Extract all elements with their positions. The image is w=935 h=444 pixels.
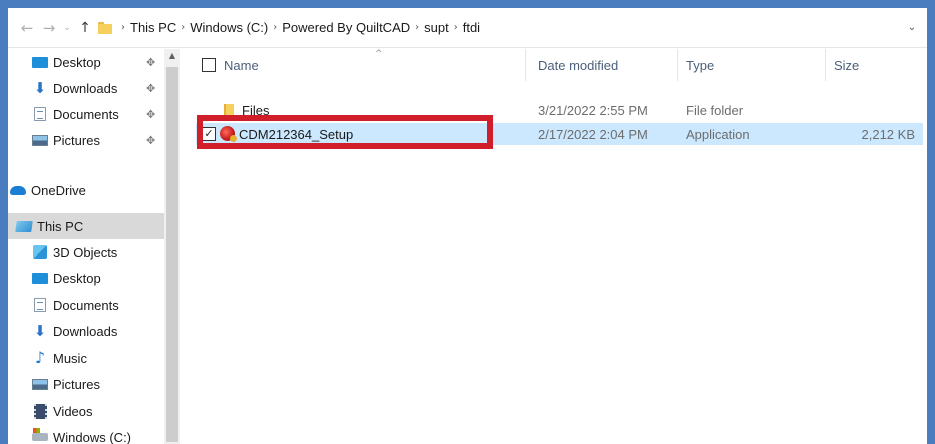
nav-item-label: OneDrive: [31, 182, 86, 198]
drive-icon: [32, 428, 48, 444]
file-type: Application: [686, 126, 750, 142]
nav-item-pictures[interactable]: Pictures: [8, 371, 164, 397]
nav-scrollbar[interactable]: ▲: [164, 49, 180, 444]
scroll-up-icon[interactable]: ▲: [164, 51, 180, 60]
column-date-label: Date modified: [538, 57, 619, 73]
nav-item-label: 3D Objects: [53, 244, 118, 260]
document-icon: [32, 298, 48, 312]
folder-icon: [98, 21, 112, 34]
download-icon: ⬇: [33, 78, 47, 97]
row-checkbox[interactable]: ✓: [202, 127, 216, 141]
videos-icon: [32, 403, 48, 419]
column-header: ^ Name Date modified Type Size: [180, 49, 927, 81]
scrollbar-thumb[interactable]: [166, 67, 178, 442]
pin-icon: ✥: [146, 55, 156, 69]
address-row: ← → ⌄ ↑ › This PC › Windows (C:) › Power…: [8, 8, 927, 48]
nav-item-label: Pictures: [53, 376, 100, 392]
onedrive-icon: [10, 183, 26, 197]
nav-item-label: This PC: [37, 218, 84, 234]
pin-icon: ✥: [146, 107, 156, 121]
nav-item-label: Downloads: [53, 323, 118, 339]
file-type: File folder: [686, 102, 744, 118]
document-icon: [32, 107, 48, 121]
nav-item-label: Music: [53, 350, 87, 366]
breadcrumb-ftdi[interactable]: ftdi: [463, 20, 480, 35]
breadcrumb-separator-icon[interactable]: ›: [181, 22, 185, 33]
address-bar[interactable]: › This PC › Windows (C:) › Powered By Qu…: [98, 15, 927, 41]
folder-icon: [224, 104, 234, 116]
column-size[interactable]: Size: [834, 49, 924, 81]
nav-item-quick-downloads[interactable]: ⬇ Downloads ✥: [8, 75, 164, 101]
this-pc-icon: [15, 219, 33, 233]
recent-locations-chevron-icon[interactable]: ⌄: [60, 17, 74, 39]
back-arrow-icon[interactable]: ←: [16, 17, 38, 39]
nav-item-onedrive[interactable]: OneDrive: [8, 177, 164, 203]
nav-item-label: Desktop: [53, 270, 101, 286]
file-explorer-window: ← → ⌄ ↑ › This PC › Windows (C:) › Power…: [8, 8, 927, 444]
nav-item-quick-documents[interactable]: Documents ✥: [8, 101, 164, 127]
breadcrumb-supt[interactable]: supt: [424, 20, 449, 35]
forward-arrow-icon[interactable]: →: [38, 17, 60, 39]
file-name: CDM212364_Setup: [239, 126, 354, 142]
nav-item-quick-pictures[interactable]: Pictures ✥: [8, 127, 164, 153]
music-icon: ♪: [34, 348, 46, 367]
nav-item-3d-objects[interactable]: 3D Objects: [8, 239, 164, 265]
breadcrumb-powered-by-quiltcad[interactable]: Powered By QuiltCAD: [282, 20, 410, 35]
file-date: 2/17/2022 2:04 PM: [538, 126, 648, 142]
nav-item-label: Documents: [53, 297, 119, 313]
pin-icon: ✥: [146, 133, 156, 147]
nav-item-desktop[interactable]: Desktop: [8, 265, 164, 291]
nav-item-quick-desktop[interactable]: Desktop ✥: [8, 49, 164, 75]
breadcrumb-windows-c[interactable]: Windows (C:): [190, 20, 268, 35]
nav-item-label: Documents: [53, 106, 119, 122]
desktop-icon: [32, 271, 48, 285]
file-list: ^ Name Date modified Type Size Files 3/2…: [180, 49, 927, 444]
column-size-label: Size: [834, 57, 860, 73]
picture-icon: [32, 377, 48, 391]
address-dropdown-chevron-icon[interactable]: ⌄: [897, 22, 927, 33]
column-date-modified[interactable]: Date modified: [538, 49, 678, 81]
nav-item-this-pc[interactable]: This PC: [8, 213, 164, 239]
pin-icon: ✥: [146, 81, 156, 95]
breadcrumb-separator-icon[interactable]: ›: [273, 22, 277, 33]
application-icon: [220, 126, 237, 142]
3d-objects-icon: [32, 245, 48, 259]
file-name: Files: [242, 102, 270, 118]
breadcrumb-separator-icon[interactable]: ›: [121, 22, 125, 33]
up-arrow-icon[interactable]: ↑: [74, 17, 96, 39]
file-row-cdm212364-setup[interactable]: ✓ CDM212364_Setup 2/17/2022 2:04 PM Appl…: [196, 123, 923, 145]
nav-item-windows-c[interactable]: Windows (C:): [8, 424, 164, 444]
nav-item-label: Downloads: [53, 80, 118, 96]
breadcrumb-separator-icon[interactable]: ›: [454, 22, 458, 33]
desktop-icon: [32, 55, 48, 69]
file-size: 2,212 KB: [861, 126, 916, 142]
column-type[interactable]: Type: [686, 49, 826, 81]
download-icon: ⬇: [33, 321, 47, 340]
file-date: 3/21/2022 2:55 PM: [538, 102, 648, 118]
breadcrumb-this-pc[interactable]: This PC: [130, 20, 176, 35]
picture-icon: [32, 133, 48, 147]
column-type-label: Type: [686, 57, 715, 73]
nav-item-downloads[interactable]: ⬇ Downloads: [8, 318, 164, 344]
nav-item-label: Videos: [53, 403, 93, 419]
navigation-pane: Desktop ✥ ⬇ Downloads ✥ Documents ✥ Pict…: [8, 49, 180, 444]
nav-item-videos[interactable]: Videos: [8, 398, 164, 424]
nav-item-documents[interactable]: Documents: [8, 292, 164, 318]
breadcrumb-separator-icon[interactable]: ›: [415, 22, 419, 33]
nav-item-label: Desktop: [53, 54, 101, 70]
select-all-checkbox[interactable]: [202, 58, 216, 72]
file-row-files[interactable]: Files 3/21/2022 2:55 PM File folder: [180, 99, 927, 121]
column-name[interactable]: Name: [224, 49, 526, 81]
nav-item-label: Pictures: [53, 132, 100, 148]
nav-item-music[interactable]: ♪ Music: [8, 345, 164, 371]
column-name-label: Name: [224, 57, 259, 73]
nav-item-label: Windows (C:): [53, 429, 132, 444]
